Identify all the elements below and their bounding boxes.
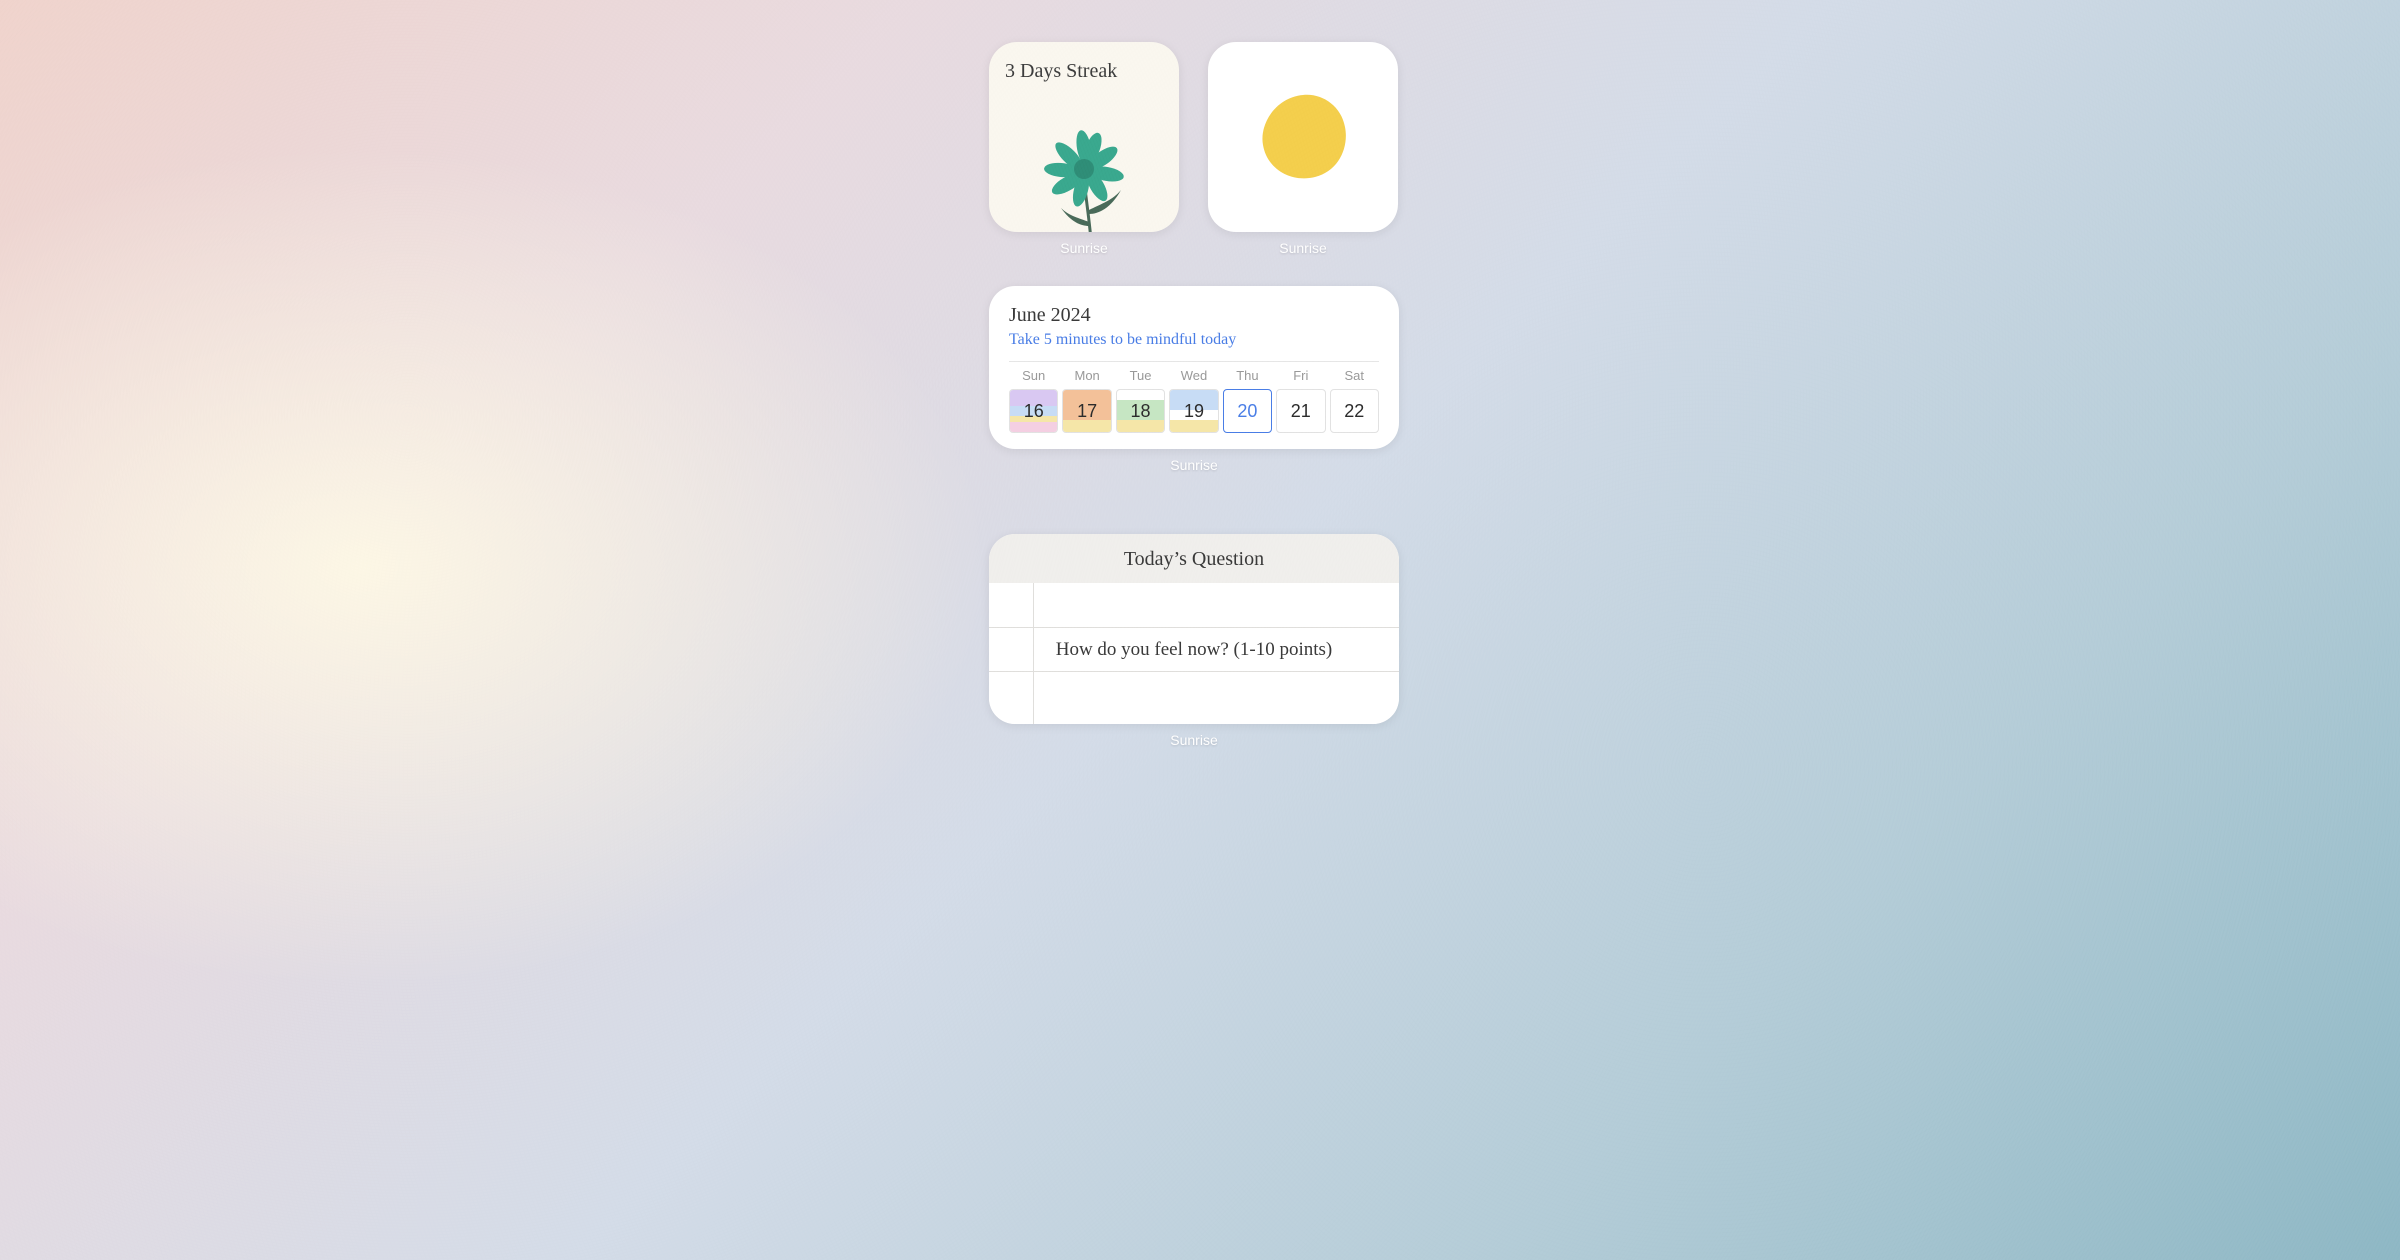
calendar-widget[interactable]: June 2024 Take 5 minutes to be mindful t… — [989, 286, 1399, 473]
calendar-day-number: 18 — [1131, 401, 1151, 422]
calendar-event-stripe — [1010, 422, 1057, 433]
calendar-day-number: 16 — [1024, 401, 1044, 422]
question-widget[interactable]: Today’s Question How do you feel now? (1… — [989, 534, 1399, 748]
calendar-day-column: Tue 18 — [1116, 368, 1165, 433]
streak-card: 3 Days Streak — [989, 42, 1179, 232]
day-of-week-label: Wed — [1169, 368, 1218, 383]
day-of-week-label: Thu — [1223, 368, 1272, 383]
calendar-day-cell[interactable]: 21 — [1276, 389, 1325, 433]
calendar-event-stripe — [1117, 420, 1164, 433]
widget-label: Sunrise — [1279, 240, 1326, 256]
calendar-day-number: 22 — [1344, 401, 1364, 422]
sun-widget[interactable]: Sunrise — [1208, 42, 1398, 256]
question-header: Today’s Question — [989, 534, 1399, 583]
streak-title: 3 Days Streak — [1005, 60, 1163, 83]
calendar-day-cell[interactable]: 16 — [1009, 389, 1058, 433]
calendar-day-column: Wed 19 — [1169, 368, 1218, 433]
calendar-day-cell[interactable]: 18 — [1116, 389, 1165, 433]
paper-rule — [989, 627, 1399, 628]
calendar-day-cell[interactable]: 22 — [1330, 389, 1379, 433]
calendar-day-number: 19 — [1184, 401, 1204, 422]
calendar-event-stripe — [1170, 420, 1217, 433]
question-card: Today’s Question How do you feel now? (1… — [989, 534, 1399, 724]
calendar-day-column: Sat 22 — [1330, 368, 1379, 433]
calendar-card: June 2024 Take 5 minutes to be mindful t… — [989, 286, 1399, 449]
calendar-day-cell[interactable]: 19 — [1169, 389, 1218, 433]
calendar-day-column: Thu 20 — [1223, 368, 1272, 433]
calendar-week-row: Sun 16 Mon 17 Tue 18 Wed 19 Thu 20 Fri 21 Sat 22 — [1009, 368, 1379, 433]
calendar-month: June 2024 — [1009, 304, 1379, 327]
day-of-week-label: Sun — [1009, 368, 1058, 383]
calendar-subtitle: Take 5 minutes to be mindful today — [1009, 331, 1379, 349]
calendar-day-number: 21 — [1291, 401, 1311, 422]
question-text: How do you feel now? (1-10 points) — [989, 639, 1399, 661]
flower-icon — [1029, 118, 1139, 232]
calendar-day-number: 20 — [1237, 401, 1257, 422]
question-body: How do you feel now? (1-10 points) — [989, 583, 1399, 724]
calendar-day-number: 17 — [1077, 401, 1097, 422]
calendar-day-cell[interactable]: 17 — [1062, 389, 1111, 433]
divider — [1009, 361, 1379, 362]
paper-rule — [989, 671, 1399, 672]
sun-card — [1208, 42, 1398, 232]
day-of-week-label: Tue — [1116, 368, 1165, 383]
widget-label: Sunrise — [1170, 732, 1217, 748]
calendar-day-column: Fri 21 — [1276, 368, 1325, 433]
calendar-event-stripe — [1063, 420, 1110, 433]
day-of-week-label: Mon — [1062, 368, 1111, 383]
calendar-day-cell-today[interactable]: 20 — [1223, 389, 1272, 433]
widget-label: Sunrise — [1170, 457, 1217, 473]
day-of-week-label: Fri — [1276, 368, 1325, 383]
widget-label: Sunrise — [1060, 240, 1107, 256]
sun-icon — [1253, 87, 1353, 187]
calendar-day-column: Sun 16 — [1009, 368, 1058, 433]
calendar-day-column: Mon 17 — [1062, 368, 1111, 433]
streak-widget[interactable]: 3 Days Streak — [989, 42, 1179, 256]
day-of-week-label: Sat — [1330, 368, 1379, 383]
